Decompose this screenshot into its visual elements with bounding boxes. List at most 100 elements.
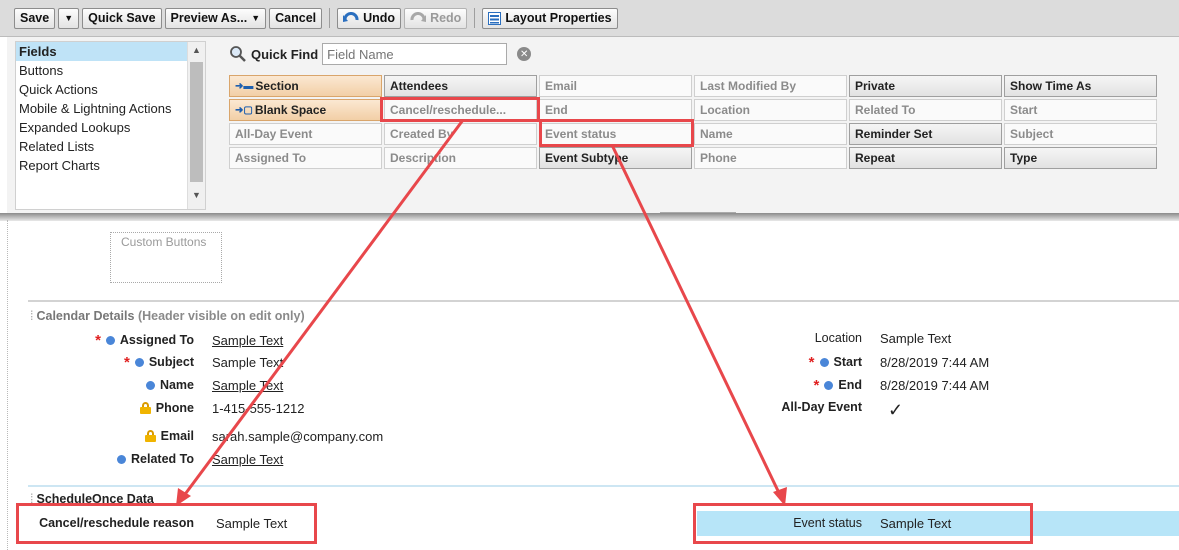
palette-field-private[interactable]: Private bbox=[849, 75, 1002, 97]
field-label-text: Location bbox=[814, 331, 862, 345]
category-expanded-lookups[interactable]: Expanded Lookups bbox=[16, 118, 205, 137]
palette-field-description: Description bbox=[384, 147, 537, 169]
lock-icon bbox=[144, 430, 156, 442]
quick-find-input[interactable] bbox=[322, 43, 508, 65]
quick-save-button[interactable]: Quick Save bbox=[82, 7, 162, 29]
field-label-text: Subject bbox=[148, 355, 194, 369]
category-mobile-lightning-actions[interactable]: Mobile & Lightning Actions bbox=[16, 99, 205, 118]
field-label: * Subject bbox=[60, 354, 194, 371]
layout-field-phone[interactable]: Phone 1-415-555-1212 bbox=[60, 398, 305, 418]
palette-field-all-day-event: All-Day Event bbox=[229, 123, 382, 145]
blank-space-icon: ➜▢ bbox=[235, 104, 253, 116]
redo-button[interactable]: Redo bbox=[404, 7, 468, 29]
annotation-box-palette-event-status bbox=[539, 119, 694, 147]
required-icon: * bbox=[808, 353, 815, 371]
layout-properties-icon bbox=[488, 11, 502, 25]
layout-field-assigned-to[interactable]: * Assigned To Sample Text bbox=[60, 330, 283, 350]
field-label-text: End bbox=[838, 378, 862, 392]
undo-button[interactable]: Undo bbox=[337, 7, 402, 29]
scrollbar-thumb[interactable] bbox=[190, 62, 203, 182]
category-report-charts[interactable]: Report Charts bbox=[16, 156, 205, 175]
field-label: Email bbox=[60, 429, 194, 443]
palette-field-section[interactable]: ➜▬ Section bbox=[229, 75, 382, 97]
layout-properties-button[interactable]: Layout Properties bbox=[482, 7, 618, 29]
layout-field-email[interactable]: Email sarah.sample@company.com bbox=[60, 426, 383, 446]
category-fields[interactable]: Fields bbox=[16, 42, 205, 61]
field-label-text: Name bbox=[159, 378, 194, 392]
dot-icon bbox=[105, 335, 115, 345]
category-related-lists[interactable]: Related Lists bbox=[16, 137, 205, 156]
layout-field-name[interactable]: Name Sample Text bbox=[60, 375, 283, 395]
drag-handle-icon[interactable]: ⁞ bbox=[30, 309, 33, 323]
cancel-button[interactable]: Cancel bbox=[269, 7, 323, 29]
palette-field-reminder-set[interactable]: Reminder Set bbox=[849, 123, 1002, 145]
save-button[interactable]: Save bbox=[14, 7, 56, 29]
field-value: Sample Text bbox=[212, 354, 284, 370]
field-label: Phone bbox=[60, 401, 194, 415]
toolbar: Save ▼ Quick Save Preview As... ▼ Cancel … bbox=[0, 0, 1179, 37]
layout-field-end[interactable]: * End 8/28/2019 7:44 AM bbox=[700, 375, 990, 395]
field-label: * Start bbox=[700, 354, 862, 371]
palette-field-location: Location bbox=[694, 99, 847, 121]
section-subtitle: (Header visible on edit only) bbox=[137, 309, 305, 323]
category-scrollbar[interactable]: ▲ ▼ bbox=[187, 42, 205, 209]
field-label-text: All-Day Event bbox=[781, 400, 862, 414]
field-value: Sample Text bbox=[212, 451, 284, 467]
field-label: All-Day Event bbox=[700, 400, 862, 414]
toolbar-divider bbox=[329, 8, 331, 28]
field-label-text: Phone bbox=[155, 401, 194, 415]
custom-buttons-area: Custom Buttons bbox=[110, 232, 222, 283]
quick-save-label: Quick Save bbox=[88, 11, 156, 25]
layout-field-start[interactable]: * Start 8/28/2019 7:44 AM bbox=[700, 352, 989, 372]
field-value: Sample Text bbox=[212, 332, 284, 348]
palette-shadow bbox=[0, 213, 1179, 221]
palette-field-created-by: Created By bbox=[384, 123, 537, 145]
field-value: 8/28/2019 7:44 AM bbox=[880, 377, 990, 393]
preview-as-label: Preview As... bbox=[170, 11, 248, 25]
layout-field-related-to[interactable]: Related To Sample Text bbox=[60, 449, 283, 469]
required-icon: * bbox=[813, 376, 820, 394]
clear-icon[interactable]: ✕ bbox=[517, 47, 532, 61]
field-label: Location bbox=[700, 331, 862, 345]
annotation-box-layout-event-status bbox=[693, 503, 1033, 544]
scroll-down-icon[interactable]: ▼ bbox=[192, 190, 201, 200]
palette-field-type[interactable]: Type bbox=[1004, 147, 1157, 169]
palette-field-start: Start bbox=[1004, 99, 1157, 121]
undo-icon bbox=[343, 12, 359, 22]
undo-label: Undo bbox=[363, 11, 396, 25]
category-quick-actions[interactable]: Quick Actions bbox=[16, 80, 205, 99]
palette-field-phone: Phone bbox=[694, 147, 847, 169]
dot-icon bbox=[824, 380, 834, 390]
palette-field-repeat[interactable]: Repeat bbox=[849, 147, 1002, 169]
palette-field-assigned-to: Assigned To bbox=[229, 147, 382, 169]
category-buttons[interactable]: Buttons bbox=[16, 61, 205, 80]
palette-field-name: Name bbox=[694, 123, 847, 145]
caret-down-icon: ▼ bbox=[251, 13, 261, 23]
section-calendar-details[interactable]: ⁞ Calendar Details (Header visible on edi… bbox=[30, 309, 305, 323]
palette-field-blank-space[interactable]: ➜▢ Blank Space bbox=[229, 99, 382, 121]
quick-find: Quick Find ✕ bbox=[229, 43, 532, 65]
dot-icon bbox=[145, 380, 155, 390]
scroll-up-icon[interactable]: ▲ bbox=[192, 45, 201, 55]
checkmark-icon: ✓ bbox=[888, 399, 904, 420]
dot-icon bbox=[134, 357, 144, 367]
field-label-text: Start bbox=[833, 355, 862, 369]
save-label: Save bbox=[20, 11, 50, 25]
palette-field-attendees[interactable]: Attendees bbox=[384, 75, 537, 97]
toolbar-divider bbox=[474, 8, 476, 28]
palette-field-show-time-as[interactable]: Show Time As bbox=[1004, 75, 1157, 97]
required-icon: * bbox=[95, 331, 101, 349]
palette-field-event-subtype[interactable]: Event Subtype bbox=[539, 147, 692, 169]
save-menu-button[interactable]: ▼ bbox=[58, 7, 80, 29]
layout-field-all-day-event[interactable]: All-Day Event ✓ bbox=[700, 397, 903, 420]
section-divider bbox=[28, 485, 1179, 487]
layout-field-subject[interactable]: * Subject Sample Text bbox=[60, 352, 283, 372]
layout-field-location[interactable]: Location Sample Text bbox=[700, 328, 952, 348]
caret-down-icon: ▼ bbox=[64, 13, 74, 23]
palette-field-label: Section bbox=[255, 79, 299, 93]
preview-as-button[interactable]: Preview As... ▼ bbox=[164, 7, 267, 29]
palette-field-label: Blank Space bbox=[254, 103, 327, 117]
palette-field-email: Email bbox=[539, 75, 692, 97]
field-value: 8/28/2019 7:44 AM bbox=[880, 354, 990, 370]
quick-find-label: Quick Find bbox=[251, 46, 319, 62]
